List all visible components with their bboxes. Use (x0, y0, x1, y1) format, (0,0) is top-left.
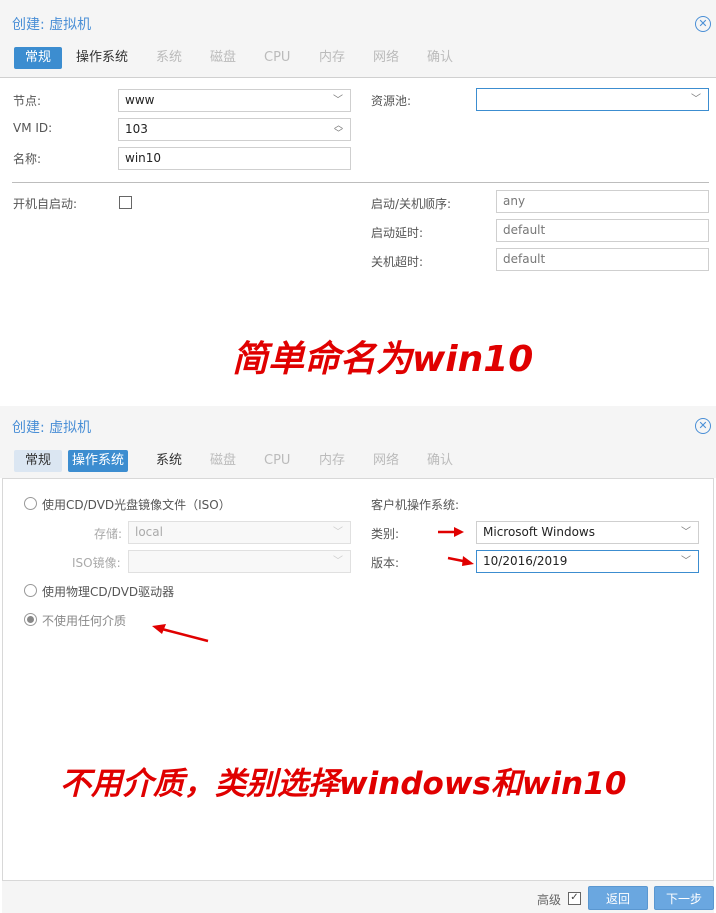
autostart-checkbox[interactable] (119, 196, 132, 209)
top-window-title: 创建: 虚拟机 (12, 17, 92, 33)
no-media-radio[interactable] (24, 613, 37, 626)
delay-label: 启动延时: (371, 226, 424, 240)
os-type-value: Microsoft Windows (483, 525, 595, 539)
bottom-tab-network[interactable]: 网络 (369, 450, 403, 472)
chevron-down-icon: ﹀ (333, 527, 343, 538)
chevron-down-icon: ﹀ (681, 556, 691, 567)
physical-option-label: 使用物理CD/DVD驱动器 (42, 585, 175, 599)
os-version-label: 版本: (371, 556, 400, 570)
next-button[interactable]: 下一步 (654, 886, 714, 910)
node-label: 节点: (13, 94, 42, 108)
physical-radio[interactable] (24, 584, 37, 597)
chevron-down-icon: ﹀ (333, 95, 343, 106)
vmid-value: 103 (125, 122, 148, 136)
os-type-label: 类别: (371, 527, 400, 541)
bottom-tab-general[interactable]: 常规 (14, 450, 62, 472)
top-tab-general[interactable]: 常规 (14, 47, 62, 69)
top-tab-system[interactable]: 系统 (152, 47, 186, 69)
spinner-icon[interactable]: ︿ ﹀ (334, 122, 343, 139)
order-value: any (503, 194, 526, 208)
iso-option-label: 使用CD/DVD光盘镜像文件（ISO） (42, 498, 231, 512)
storage-value: local (135, 525, 163, 539)
top-section-divider (12, 182, 709, 183)
no-media-option-label: 不使用任何介质 (42, 614, 127, 628)
top-tab-underline (0, 77, 716, 78)
top-tab-os[interactable]: 操作系统 (72, 47, 132, 69)
storage-select[interactable]: local ﹀ (128, 521, 351, 544)
advanced-checkbox[interactable]: ✓ (568, 892, 581, 905)
bottom-tab-cpu[interactable]: CPU (260, 450, 294, 472)
red-arrow-icon (438, 527, 464, 537)
close-icon[interactable]: ✕ (695, 16, 711, 32)
advanced-label: 高级 (537, 893, 562, 907)
back-button[interactable]: 返回 (588, 886, 648, 910)
close-icon[interactable]: ✕ (695, 418, 711, 434)
top-tab-cpu[interactable]: CPU (260, 47, 294, 69)
top-annotation: 简单命名为win10 (232, 339, 534, 380)
bottom-window-title: 创建: 虚拟机 (12, 420, 92, 436)
timeout-input[interactable]: default (496, 248, 709, 271)
chevron-down-icon: ﹀ (681, 527, 691, 538)
vmid-label: VM ID: (13, 121, 53, 135)
iso-radio[interactable] (24, 497, 37, 510)
bottom-annotation: 不用介质，类别选择windows和win10 (60, 766, 627, 802)
os-version-value: 10/2016/2019 (483, 554, 568, 568)
top-tab-network[interactable]: 网络 (369, 47, 403, 69)
timeout-value: default (503, 252, 546, 266)
bottom-tab-os[interactable]: 操作系统 (68, 450, 129, 472)
top-tab-memory[interactable]: 内存 (315, 47, 349, 69)
os-version-select[interactable]: 10/2016/2019 ﹀ (476, 550, 699, 573)
red-arrow-icon (152, 624, 209, 643)
os-type-select[interactable]: Microsoft Windows ﹀ (476, 521, 699, 544)
storage-label: 存储: (94, 527, 123, 541)
timeout-label: 关机超时: (371, 255, 424, 269)
iso-image-label: ISO镜像: (72, 556, 121, 570)
bottom-tab-confirm[interactable]: 确认 (423, 450, 457, 472)
top-tab-confirm[interactable]: 确认 (423, 47, 457, 69)
delay-value: default (503, 223, 546, 237)
autostart-label: 开机自启动: (13, 197, 78, 211)
name-value: win10 (125, 151, 162, 165)
bottom-tab-disk[interactable]: 磁盘 (206, 450, 240, 472)
order-input[interactable]: any (496, 190, 709, 213)
vmid-spinner[interactable]: 103 ︿ ﹀ (118, 118, 351, 141)
bottom-tab-memory[interactable]: 内存 (315, 450, 349, 472)
chevron-down-icon: ﹀ (691, 94, 701, 105)
node-value: www (125, 93, 155, 107)
delay-input[interactable]: default (496, 219, 709, 242)
order-label: 启动/关机顺序: (371, 197, 452, 211)
top-tab-disk[interactable]: 磁盘 (206, 47, 240, 69)
pool-select[interactable]: ﹀ (476, 88, 709, 111)
name-label: 名称: (13, 152, 42, 166)
bottom-tab-system[interactable]: 系统 (152, 450, 186, 472)
chevron-down-icon: ﹀ (333, 556, 343, 567)
guest-os-heading: 客户机操作系统: (371, 498, 460, 512)
name-input[interactable]: win10 (118, 147, 351, 170)
radio-selected-dot (27, 616, 34, 623)
iso-image-select[interactable]: ﹀ (128, 550, 351, 573)
red-arrow-icon (447, 556, 474, 566)
node-select[interactable]: www ﹀ (118, 89, 351, 112)
pool-label: 资源池: (371, 94, 412, 108)
